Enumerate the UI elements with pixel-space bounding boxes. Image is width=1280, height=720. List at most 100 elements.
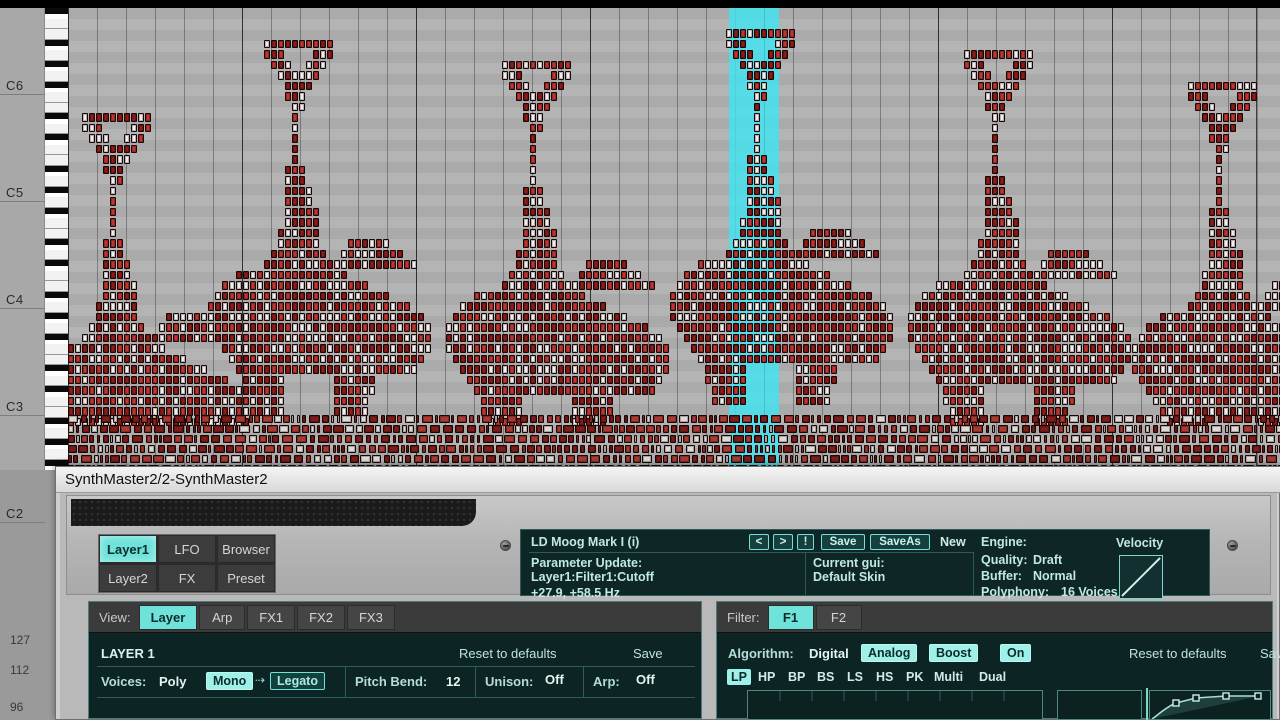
midi-note[interactable] xyxy=(784,415,794,423)
midi-note[interactable] xyxy=(642,386,648,395)
midi-note[interactable] xyxy=(117,113,123,122)
midi-note[interactable] xyxy=(514,455,525,463)
midi-note[interactable] xyxy=(1020,302,1026,311)
piano-white-key[interactable] xyxy=(45,396,68,407)
midi-note[interactable] xyxy=(1041,281,1047,290)
midi-note[interactable] xyxy=(1174,375,1180,384)
midi-note[interactable] xyxy=(810,344,816,353)
midi-note[interactable] xyxy=(576,435,579,443)
midi-note[interactable] xyxy=(961,445,968,453)
midi-note[interactable] xyxy=(843,445,846,453)
midi-note[interactable] xyxy=(999,333,1005,342)
midi-note[interactable] xyxy=(1230,375,1236,384)
midi-note[interactable] xyxy=(523,81,529,90)
midi-note[interactable] xyxy=(285,333,291,342)
midi-note[interactable] xyxy=(375,425,381,433)
midi-note[interactable] xyxy=(614,333,620,342)
midi-note[interactable] xyxy=(907,415,916,423)
midi-note[interactable] xyxy=(103,323,109,332)
midi-note[interactable] xyxy=(285,165,291,174)
midi-note[interactable] xyxy=(103,435,109,443)
midi-note[interactable] xyxy=(811,425,817,433)
midi-note[interactable] xyxy=(348,291,354,300)
midi-note[interactable] xyxy=(1244,323,1250,332)
midi-note[interactable] xyxy=(1006,302,1012,311)
midi-note[interactable] xyxy=(537,113,543,122)
midi-note[interactable] xyxy=(719,344,725,353)
midi-note[interactable] xyxy=(271,39,277,48)
midi-note[interactable] xyxy=(502,71,508,80)
midi-note[interactable] xyxy=(537,354,543,363)
midi-note[interactable] xyxy=(348,396,354,405)
midi-note[interactable] xyxy=(789,29,795,38)
midi-note[interactable] xyxy=(1026,435,1032,443)
midi-note[interactable] xyxy=(1153,365,1159,374)
midi-note[interactable] xyxy=(509,281,515,290)
midi-note[interactable] xyxy=(82,386,88,395)
midi-note[interactable] xyxy=(103,260,109,269)
midi-note[interactable] xyxy=(481,291,487,300)
midi-note[interactable] xyxy=(1166,455,1169,463)
midi-note[interactable] xyxy=(985,186,991,195)
midi-note[interactable] xyxy=(859,249,865,258)
midi-note[interactable] xyxy=(810,396,816,405)
midi-note[interactable] xyxy=(625,455,631,463)
midi-note[interactable] xyxy=(656,354,662,363)
midi-note[interactable] xyxy=(523,60,529,69)
midi-note[interactable] xyxy=(523,239,529,248)
midi-note[interactable] xyxy=(194,396,200,405)
midi-note[interactable] xyxy=(985,176,991,185)
midi-note[interactable] xyxy=(775,50,781,59)
midi-note[interactable] xyxy=(173,386,179,395)
midi-note[interactable] xyxy=(642,455,652,463)
midi-note[interactable] xyxy=(110,445,114,453)
midi-note[interactable] xyxy=(642,333,648,342)
midi-note[interactable] xyxy=(337,415,340,423)
midi-note[interactable] xyxy=(880,333,886,342)
midi-note[interactable] xyxy=(817,323,823,332)
midi-note[interactable] xyxy=(586,302,592,311)
midi-note[interactable] xyxy=(126,445,132,453)
midi-note[interactable] xyxy=(1230,270,1236,279)
midi-note[interactable] xyxy=(1167,333,1173,342)
midi-note[interactable] xyxy=(348,302,354,311)
midi-note[interactable] xyxy=(796,291,802,300)
midi-note[interactable] xyxy=(1156,435,1164,443)
midi-note[interactable] xyxy=(799,425,808,433)
midi-note[interactable] xyxy=(1013,218,1019,227)
midi-note[interactable] xyxy=(215,396,221,405)
midi-note[interactable] xyxy=(117,386,123,395)
midi-note[interactable] xyxy=(369,415,378,423)
midi-note[interactable] xyxy=(1027,281,1033,290)
midi-note[interactable] xyxy=(278,291,284,300)
midi-note[interactable] xyxy=(586,344,592,353)
midi-note[interactable] xyxy=(873,312,879,321)
midi-note[interactable] xyxy=(1241,435,1247,443)
midi-note[interactable] xyxy=(782,344,788,353)
midi-note[interactable] xyxy=(565,302,571,311)
midi-note[interactable] xyxy=(1020,281,1026,290)
midi-note[interactable] xyxy=(1111,323,1117,332)
filter-type-pk[interactable]: PK xyxy=(906,670,923,684)
midi-note[interactable] xyxy=(754,155,760,164)
midi-note[interactable] xyxy=(903,415,906,423)
midi-note[interactable] xyxy=(964,333,970,342)
midi-note[interactable] xyxy=(733,239,739,248)
midi-note[interactable] xyxy=(397,365,403,374)
midi-note[interactable] xyxy=(495,396,501,405)
piano-black-key[interactable] xyxy=(45,312,68,319)
midi-note[interactable] xyxy=(530,365,536,374)
midi-note[interactable] xyxy=(1062,333,1068,342)
midi-note[interactable] xyxy=(292,249,298,258)
midi-note[interactable] xyxy=(1016,455,1026,463)
midi-note[interactable] xyxy=(1265,323,1271,332)
midi-note[interactable] xyxy=(719,415,728,423)
midi-note[interactable] xyxy=(628,323,634,332)
midi-note[interactable] xyxy=(100,455,103,463)
midi-note[interactable] xyxy=(992,260,998,269)
midi-note[interactable] xyxy=(1111,344,1117,353)
midi-note[interactable] xyxy=(124,270,130,279)
midi-note[interactable] xyxy=(198,445,207,453)
midi-note[interactable] xyxy=(931,435,939,443)
midi-note[interactable] xyxy=(686,445,695,453)
